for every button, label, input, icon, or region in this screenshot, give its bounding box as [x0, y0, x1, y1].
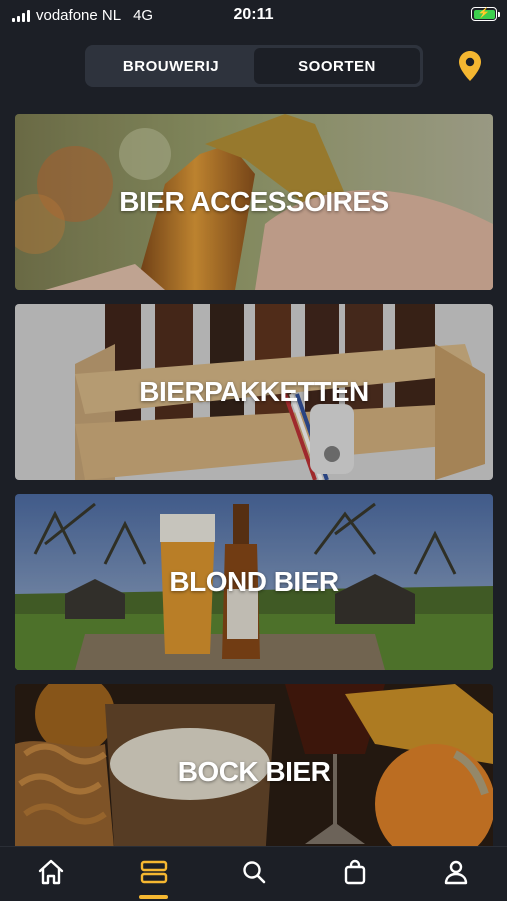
home-icon[interactable] — [36, 857, 66, 887]
shopping-bag-icon[interactable] — [340, 857, 370, 887]
active-tab-indicator — [139, 895, 168, 899]
profile-icon[interactable] — [441, 857, 471, 887]
category-label: BLOND BIER — [169, 566, 339, 597]
search-icon[interactable] — [239, 857, 269, 887]
category-tile-bierpakketten[interactable]: BIERPAKKETTEN — [15, 304, 493, 480]
segment-control: BROUWERIJ SOORTEN — [85, 45, 423, 87]
category-label: BOCK BIER — [177, 756, 331, 787]
bottom-nav — [0, 846, 507, 901]
category-label: BIERPAKKETTEN — [139, 376, 369, 407]
tab-soorten[interactable]: SOORTEN — [254, 48, 420, 84]
tab-brouwerij[interactable]: BROUWERIJ — [88, 48, 254, 84]
category-tile-bock-bier[interactable]: BOCK BIER — [15, 684, 493, 860]
status-bar: vodafone NL 4G 20:11 ⚡ — [0, 0, 507, 32]
status-time: 20:11 — [233, 6, 274, 23]
categories-icon[interactable] — [139, 857, 169, 887]
category-label: BIER ACCESSOIRES — [119, 186, 389, 217]
category-list: BIER ACCESSOIRES BIERPAKKETTEN BLOND BIE… — [15, 114, 493, 874]
category-tile-bier-accessoires[interactable]: BIER ACCESSOIRES — [15, 114, 493, 290]
location-pin-icon[interactable] — [458, 50, 482, 82]
category-tile-blond-bier[interactable]: BLOND BIER — [15, 494, 493, 670]
battery-charging-icon: ⚡ — [471, 7, 500, 21]
